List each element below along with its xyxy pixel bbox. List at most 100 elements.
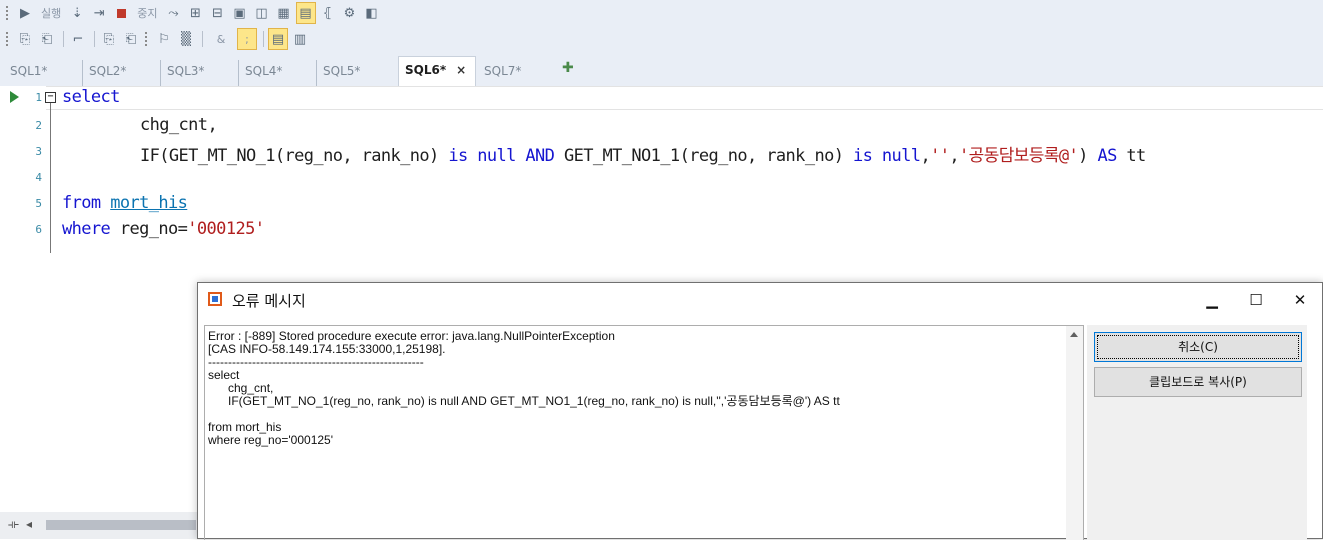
scroll-left-icon[interactable]: ◂ <box>26 517 32 531</box>
tab-sql5[interactable]: SQL5* <box>316 60 366 86</box>
tab-label: SQL6* <box>405 63 447 77</box>
error-dialog: 오류 메시지 ▁ ☐ ✕ Error : [-889] Stored proce… <box>197 282 1323 540</box>
tab-sql3[interactable]: SQL3* <box>160 60 210 86</box>
line-number: 5 <box>35 197 42 210</box>
sql-keyword: where <box>62 219 111 239</box>
sql-keyword: select <box>62 87 120 107</box>
vertical-scrollbar[interactable] <box>1066 326 1083 540</box>
message-line: IF(GET_MT_NO_1(reg_no, rank_no) is null … <box>208 394 840 408</box>
toolbar-divider <box>263 31 264 47</box>
panel-icon[interactable]: ◧ <box>362 2 382 24</box>
toolbar-divider <box>63 31 64 47</box>
grid-icon[interactable]: ▦ <box>274 2 294 24</box>
sql-string: '공동담보등록@' <box>959 146 1079 166</box>
message-line: select <box>208 368 240 382</box>
cancel-button[interactable]: 취소(C) <box>1094 332 1302 362</box>
plan2-icon[interactable]: ⊟ <box>208 2 228 24</box>
sql-keyword: AS <box>1097 146 1117 166</box>
stop-icon[interactable] <box>111 2 131 24</box>
fold-icon[interactable]: − <box>45 92 56 103</box>
step-run-icon[interactable]: ⇣ <box>67 2 87 24</box>
code-line-3: IF(GET_MT_NO_1(reg_no, rank_no) is null … <box>140 141 1146 166</box>
sql-text: reg_no= <box>110 219 188 239</box>
message-line: ----------------------------------------… <box>208 355 424 369</box>
tab-sql2[interactable]: SQL2* <box>82 60 132 86</box>
layout-icon[interactable]: ▤ <box>268 28 288 50</box>
dialog-title: 오류 메시지 <box>232 292 306 310</box>
tab-label: SQL1* <box>10 64 48 78</box>
copy-to-clipboard-button[interactable]: 클립보드로 복사(P) <box>1094 367 1302 397</box>
sql-text: IF(GET_MT_NO_1(reg_no, rank_no) <box>140 146 449 166</box>
save-result-icon[interactable]: ▣ <box>230 2 250 24</box>
sql-tab-bar: SQL1* SQL2* SQL3* SQL4* SQL5* SQL6* × SQL… <box>0 52 1323 86</box>
toolbar-divider <box>202 31 203 47</box>
toolbar-grip[interactable] <box>145 32 150 46</box>
format-icon[interactable]: ⦃ <box>318 2 338 24</box>
main-toolbar: ▶ 실행 ⇣ ⇥ 중지 ⤳ ⊞ ⊟ ▣ ◫ ▦ ▤ ⦃ ⚙ ◧ <box>0 0 1323 26</box>
sql-text: ) <box>1078 146 1098 166</box>
new-tab-icon[interactable]: ✚ <box>562 60 574 76</box>
line-number: 4 <box>35 171 42 184</box>
maximize-button[interactable]: ☐ <box>1234 283 1278 317</box>
scroll-thumb[interactable] <box>46 520 196 530</box>
code-line-2: chg_cnt, <box>140 115 218 135</box>
split-handle-icon[interactable]: ⟛ <box>8 517 19 532</box>
toolbar-divider <box>94 31 95 47</box>
outdent-icon[interactable]: ⎗ <box>37 28 57 50</box>
message-line: from mort_his <box>208 420 282 434</box>
sql-keyword: is null AND <box>448 146 555 166</box>
error-message-box[interactable]: Error : [-889] Stored procedure execute … <box>204 325 1084 540</box>
explain-icon[interactable]: ⤳ <box>164 2 184 24</box>
line-number: 3 <box>35 145 42 158</box>
code-line-5: from mort_his <box>62 193 188 213</box>
edit-toolbar: ⎘ ⎗ ⌐ ⎘ ⎗ ⚐ ▒ & ; ▤ ▥ <box>0 26 1323 52</box>
run-label[interactable]: 실행 <box>37 2 65 24</box>
tab-sql6[interactable]: SQL6* × <box>398 56 476 86</box>
tab-sql4[interactable]: SQL4* <box>238 60 288 86</box>
sql-keyword: is null <box>853 146 921 166</box>
sql-text: , <box>949 146 960 166</box>
sql-text: tt <box>1116 146 1146 166</box>
tab-label: SQL5* <box>323 64 361 78</box>
plan-icon[interactable]: ⊞ <box>186 2 206 24</box>
dialog-titlebar[interactable]: 오류 메시지 ▁ ☐ ✕ <box>198 283 1322 317</box>
result-grid-icon[interactable]: ▤ <box>295 2 316 24</box>
tab-label: SQL3* <box>167 64 205 78</box>
dialog-app-icon <box>208 292 222 306</box>
semicolon-button[interactable]: ; <box>237 28 257 50</box>
line-number: 1 <box>35 91 42 104</box>
sql-icon[interactable]: ◫ <box>252 2 272 24</box>
sql-string: '000125' <box>187 219 265 239</box>
run-icon[interactable]: ▶ <box>15 2 35 24</box>
minimize-button[interactable]: ▁ <box>1190 283 1234 317</box>
tab-label: SQL4* <box>245 64 283 78</box>
line-number: 6 <box>35 223 42 236</box>
close-tab-icon[interactable]: × <box>456 63 466 77</box>
settings-icon[interactable]: ⚙ <box>340 2 360 24</box>
lowercase-icon[interactable]: ⎗ <box>121 28 141 50</box>
layout2-icon[interactable]: ▥ <box>290 28 310 50</box>
stop-label[interactable]: 중지 <box>133 2 161 24</box>
close-button[interactable]: ✕ <box>1278 283 1322 317</box>
dialog-button-panel: 취소(C) 클립보드로 복사(P) <box>1087 325 1307 540</box>
uppercase-icon[interactable]: ⎘ <box>99 28 119 50</box>
tab-sql7[interactable]: SQL7* <box>478 60 527 86</box>
toolbar-grip[interactable] <box>6 6 11 20</box>
message-line <box>208 408 1083 421</box>
pattern-icon[interactable]: ▒ <box>176 28 196 50</box>
bookmark-icon[interactable]: ⚐ <box>154 28 174 50</box>
sql-string: '' <box>930 146 950 166</box>
table-link[interactable]: mort_his <box>110 193 188 213</box>
ampersand-button[interactable]: & <box>207 28 235 50</box>
sql-text: chg_cnt, <box>140 115 218 135</box>
toolbar-grip[interactable] <box>6 32 11 46</box>
comment-icon[interactable]: ⌐ <box>68 28 88 50</box>
tab-sql1[interactable]: SQL1* <box>4 60 53 86</box>
message-line: where reg_no='000125' <box>208 433 334 447</box>
indent-icon[interactable]: ⎘ <box>15 28 35 50</box>
current-line-highlight <box>46 86 1323 110</box>
fold-line <box>50 103 51 253</box>
scroll-up-icon[interactable] <box>1070 332 1078 337</box>
sql-text: , <box>920 146 931 166</box>
run-selection-icon[interactable]: ⇥ <box>89 2 109 24</box>
